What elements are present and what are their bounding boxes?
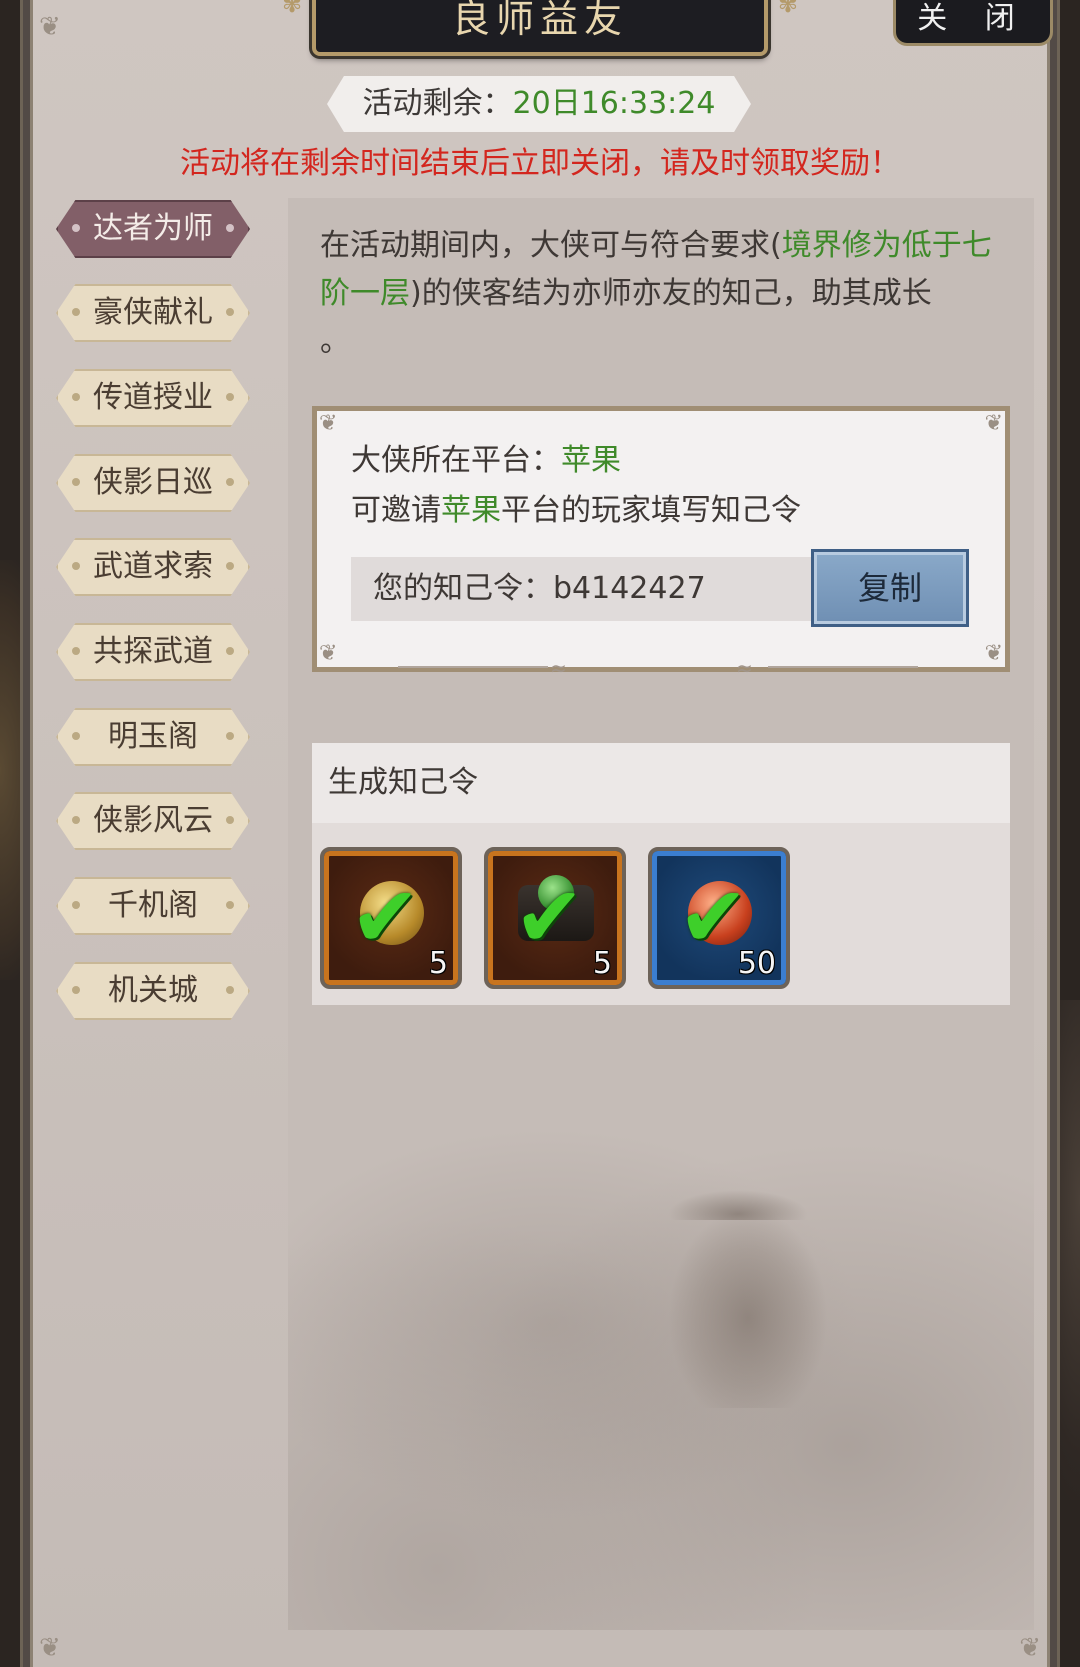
nav-dot-icon [72,308,80,316]
nav-dot-icon [72,986,80,994]
divider [768,666,918,668]
title-ornament-icon: ✾ [282,0,303,18]
activity-warning: 活动将在剩余时间结束后立即关闭，请及时领取奖励！ [180,146,900,181]
description-text: 在活动期间内，大侠可与符合要求( [320,228,782,263]
sidebar-item-label: 武道求索 [93,549,213,584]
invite-text: 平台的玩家填写知己令 [501,493,801,528]
code-value: b4142427 [553,571,706,606]
nav-dot-icon [72,393,80,401]
sidebar-item-xiayingfengyun[interactable]: 侠影风云 [56,792,250,850]
sidebar-item-label: 侠影风云 [93,803,213,838]
sidebar-item-wudaoqiusuo[interactable]: 武道求索 [56,538,250,596]
sidebar-item-qianjige[interactable]: 千机阁 [56,877,250,935]
nav-dot-icon [226,816,234,824]
claimed-check-icon: ✔ [514,868,585,966]
title-ornament-icon: ✾ [777,0,798,18]
nav-dot-icon [226,901,234,909]
corner-ornament-icon: ❦ [319,411,338,436]
activity-description: 在活动期间内，大侠可与符合要求(境界修为低于七阶一层)的侠客结为亦师亦友的知己，… [320,222,1000,366]
sidebar-item-label: 达者为师 [93,211,213,246]
reward-quantity: 5 [592,946,612,981]
invite-text: 可邀请 [351,493,441,528]
sidebar-item-mingyuge[interactable]: 明玉阁 [56,708,250,766]
timer-label: 活动剩余： [362,86,513,121]
nav-dot-icon [226,732,234,740]
description-text: )的侠客结为亦师亦友的知己，助其成长 [410,276,932,311]
invite-code-box: ❦ ❦ ❦ ❦ 大侠所在平台：苹果 可邀请苹果平台的玩家填写知己令 您的知己令：… [312,406,1010,672]
window-title: 良师益友 [451,0,628,41]
nav-dot-icon [226,393,234,401]
description-text: 。 [320,324,350,359]
sidebar-item-haoxiaxianli[interactable]: 豪侠献礼 [56,284,250,342]
sidebar-item-label: 明玉阁 [108,719,198,754]
sidebar-item-label: 侠影日巡 [93,465,213,500]
background-swordsman [668,1208,828,1408]
code-label: 您的知己令： [373,571,553,606]
sidebar-item-chuandaoshouye[interactable]: 传道授业 [56,369,250,427]
platform-value: 苹果 [561,443,621,478]
sidebar-item-dazheweishi[interactable]: 达者为师 [56,200,250,258]
timer-value: 20日16:33:24 [512,86,716,121]
platform-line: 大侠所在平台：苹果 [351,441,621,481]
reward-item[interactable]: ✔ 5 [484,847,626,989]
background-mist [288,1018,1034,1630]
sidebar-item-label: 共探武道 [93,634,213,669]
platform-label: 大侠所在平台： [351,443,561,478]
reward-quantity: 5 [428,946,448,981]
nav-dot-icon [72,562,80,570]
nav-dot-icon [226,647,234,655]
invite-line: 可邀请苹果平台的玩家填写知己令 [351,491,801,531]
invite-platform: 苹果 [441,493,501,528]
close-button[interactable]: 关 闭 [893,0,1053,46]
nav-dot-icon [226,562,234,570]
nav-dot-icon [226,308,234,316]
corner-ornament-icon: ❦ [39,12,61,42]
nav-dot-icon [226,478,234,486]
corner-ornament-icon: ❦ [984,641,1003,666]
sidebar-item-xiayingrixun[interactable]: 侠影日巡 [56,454,250,512]
nav-dot-icon [226,224,234,232]
reward-item[interactable]: ✔ 5 [320,847,462,989]
generate-section-header: 生成知己令 [312,743,1010,823]
title-banner: ✾ 良师益友 ✾ [282,0,798,56]
sidebar-item-label: 豪侠献礼 [93,295,213,330]
corner-ornament-icon: ❦ [984,411,1003,436]
copy-button[interactable]: 复制 [811,549,969,627]
sidebar-item-label: 千机阁 [108,888,198,923]
nav-dot-icon [72,901,80,909]
corner-ornament-icon: ❦ [39,1633,61,1663]
sidebar-item-label: 传道授业 [93,380,213,415]
invite-code-field: 您的知己令：b4142427 [351,557,811,621]
nav-dot-icon [72,732,80,740]
content-area: 在活动期间内，大侠可与符合要求(境界修为低于七阶一层)的侠客结为亦师亦友的知己，… [288,198,1034,1630]
reward-item[interactable]: ✔ 50 [648,847,790,989]
corner-ornament-icon: ❦ [319,641,338,666]
corner-ornament-icon: ❦ [1019,1633,1041,1663]
sidebar-item-gongtanwudao[interactable]: 共探武道 [56,623,250,681]
sidebar-item-jiguancheng[interactable]: 机关城 [56,962,250,1020]
activity-timer: 活动剩余：20日16:33:24 [327,76,751,132]
reward-quantity: 50 [737,946,776,981]
sidebar-item-label: 机关城 [108,973,198,1008]
nav-dot-icon [72,224,80,232]
divider-ornament-icon: ≈ [550,656,567,680]
nav-dot-icon [72,816,80,824]
nav-dot-icon [72,647,80,655]
divider-ornament-icon: ≈ [736,656,753,680]
reward-list: ✔ 5 ✔ 5 ✔ 50 [312,823,1010,1005]
claimed-check-icon: ✔ [350,868,421,966]
divider [398,666,548,668]
nav-dot-icon [72,478,80,486]
nav-dot-icon [226,986,234,994]
